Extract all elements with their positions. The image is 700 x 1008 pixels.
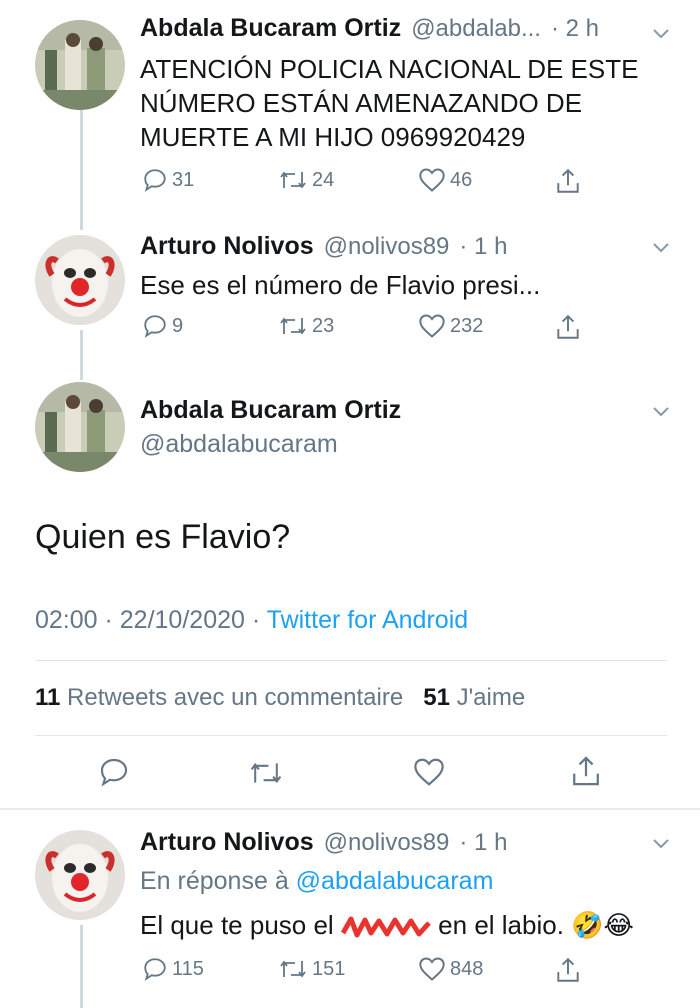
retweet-button[interactable]: 151	[278, 956, 345, 982]
retweet-stat-label[interactable]: Retweets avec un commentaire	[67, 684, 403, 711]
like-button[interactable]	[412, 757, 446, 787]
chevron-down-icon[interactable]	[650, 236, 672, 258]
reply-count: 9	[172, 314, 184, 337]
retweet-button[interactable]: 23	[278, 313, 334, 339]
retweet-icon	[280, 171, 306, 189]
tweet-text: Ese es el número de Flavio presi...	[140, 270, 541, 300]
like-button[interactable]: 46	[418, 167, 472, 193]
share-icon	[573, 756, 599, 786]
like-button[interactable]: 848	[418, 956, 483, 982]
thread-line	[80, 330, 83, 380]
avatar[interactable]	[35, 382, 125, 472]
retweet-count: 151	[312, 957, 346, 980]
like-stat-label[interactable]: J'aime	[457, 684, 526, 711]
thread-line	[80, 110, 83, 230]
retweet-count: 23	[312, 314, 335, 337]
chevron-down-icon[interactable]	[650, 22, 672, 44]
section-divider	[0, 808, 700, 810]
heart-icon	[419, 957, 445, 981]
in-reply-to-handle[interactable]: @abdalabucaram	[296, 867, 494, 895]
source-link[interactable]: Twitter for Android	[267, 606, 468, 634]
retweet-count: 24	[312, 168, 335, 191]
share-icon	[557, 168, 579, 193]
reply-button[interactable]	[98, 756, 130, 788]
thread-line	[80, 925, 83, 1008]
author-handle[interactable]: @abdalabucaram	[140, 430, 338, 459]
chevron-down-icon[interactable]	[650, 832, 672, 854]
share-button[interactable]	[555, 167, 581, 195]
like-count: 46	[450, 168, 473, 191]
author-name[interactable]: Abdala Bucaram Ortiz	[140, 14, 401, 43]
retweet-icon	[250, 762, 282, 784]
heart-icon	[419, 314, 445, 338]
share-button[interactable]	[555, 956, 581, 984]
heart-icon	[414, 758, 444, 786]
like-button[interactable]: 232	[418, 313, 483, 339]
reply-button[interactable]: 31	[142, 167, 194, 193]
avatar[interactable]	[35, 830, 125, 920]
retweet-button[interactable]	[248, 758, 284, 788]
comment-icon	[144, 169, 166, 192]
author-name[interactable]: Abdala Bucaram Ortiz	[140, 396, 401, 425]
comment-icon	[144, 958, 166, 981]
author-name[interactable]: Arturo Nolivos	[140, 828, 314, 857]
like-count: 848	[450, 957, 484, 980]
author-handle[interactable]: @nolivos89	[324, 233, 450, 261]
reply-button[interactable]: 9	[142, 313, 183, 339]
share-icon	[557, 314, 579, 339]
like-count: 232	[450, 314, 484, 337]
author-handle[interactable]: @abdalab...	[411, 15, 541, 43]
reply-text: El que te puso el en el labio. 🤣😂	[140, 910, 634, 940]
avatar[interactable]	[35, 20, 125, 110]
tweet-time: · 2 h	[550, 15, 600, 42]
tweet-stats: 11 Retweets avec un commentaire 51 J'aim…	[35, 684, 525, 712]
avatar[interactable]	[35, 235, 125, 325]
reply-button[interactable]: 115	[142, 956, 204, 982]
retweet-icon	[280, 317, 306, 335]
in-reply-to-label: En réponse à	[140, 867, 289, 895]
tweet-datetime: 02:00 · 22/10/2020 ·	[35, 606, 261, 634]
comment-icon	[144, 315, 166, 338]
divider	[35, 735, 667, 736]
reply-count: 31	[172, 168, 195, 191]
author-name[interactable]: Arturo Nolivos	[140, 232, 314, 261]
tweet-time: · 1 h	[459, 829, 508, 856]
heart-icon	[419, 168, 445, 192]
divider	[35, 660, 667, 661]
author-handle[interactable]: @nolivos89	[324, 829, 450, 857]
main-tweet-text: Quien es Flavio?	[35, 518, 291, 556]
share-button[interactable]	[570, 754, 602, 788]
comment-icon	[100, 758, 128, 787]
redaction-scribble	[340, 915, 431, 939]
retweet-stat-count[interactable]: 11	[35, 684, 60, 711]
chevron-down-icon[interactable]	[650, 400, 672, 422]
tweet-text: ATENCIÓN POLICIA NACIONAL DE ESTE NÚMERO…	[140, 54, 639, 152]
share-icon	[557, 957, 579, 982]
retweet-button[interactable]: 24	[278, 167, 334, 193]
reply-count: 115	[172, 957, 204, 980]
tweet-time: · 1 h	[459, 233, 508, 260]
emoji: 🤣😂	[571, 910, 634, 940]
like-stat-count[interactable]: 51	[423, 684, 450, 711]
retweet-icon	[280, 960, 306, 978]
share-button[interactable]	[555, 313, 581, 341]
